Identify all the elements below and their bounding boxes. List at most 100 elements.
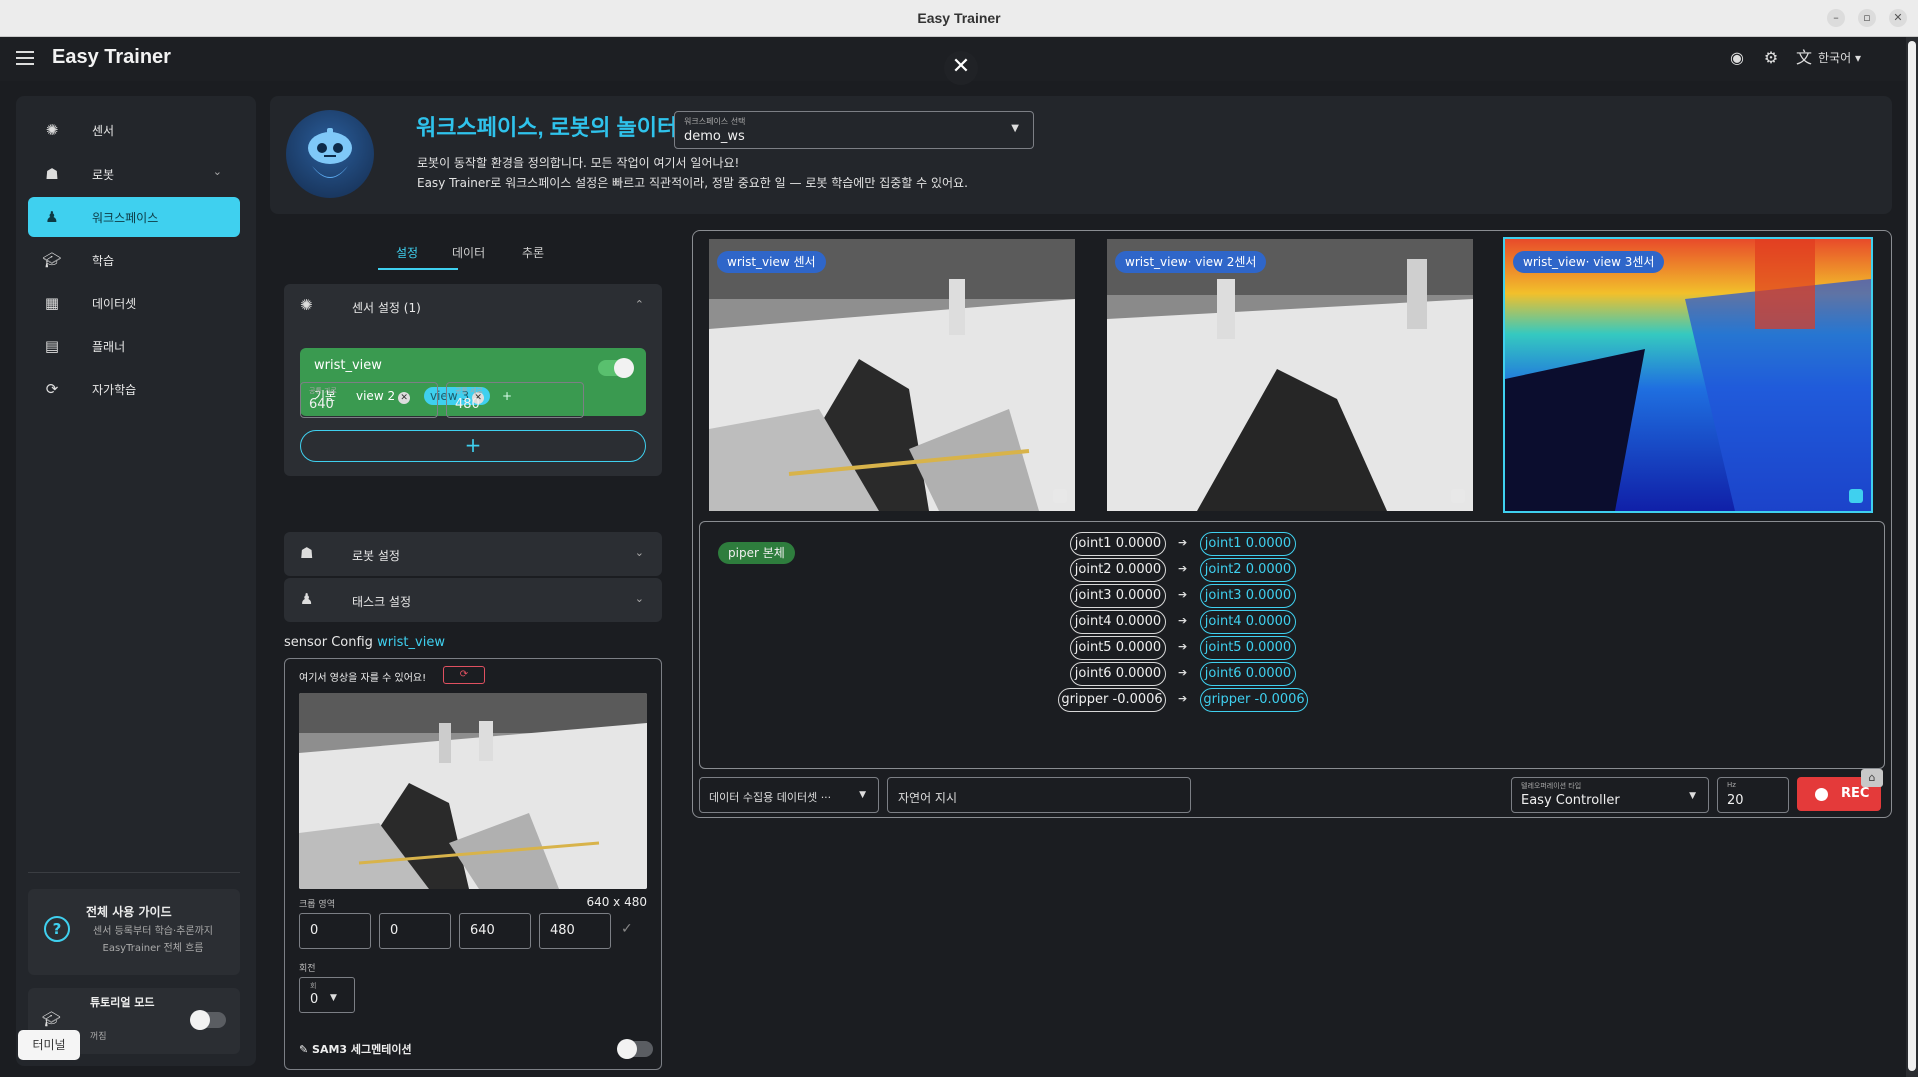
sam-label-text: SAM3 세그멘테이션 [312,1043,412,1056]
teleop-type-select[interactable]: 텔레오퍼레이션 타입 Easy Controller ▼ [1511,777,1709,813]
sidebar-item-label: 로봇 [92,168,115,182]
user-guide-card[interactable]: ? 전체 사용 가이드 센서 등록부터 학습·추론까지 EasyTrainer … [28,889,240,975]
arrow-right-icon: ➔ [1178,692,1188,705]
chevron-down-icon[interactable]: ⌄ [635,546,644,559]
sidebar-item-sensor[interactable]: ✺ 센서 [28,110,240,150]
fullscreen-icon[interactable] [1849,489,1863,503]
sidebar: ✺ 센서 ☗ 로봇 ⌄ ♟ 워크스페이스 🎓︎ 학습 ▦ 데이터셋 ▤ 플래너 … [16,96,256,1066]
sidebar-item-label: 학습 [92,254,115,268]
hz-input[interactable]: Hz 20 [1717,777,1789,813]
sensor-settings-section: ✺ 센서 설정 (1) ⌃ wrist_view 기본 view 2 ✕ view… [284,284,662,476]
tutorial-status: 꺼짐 [90,1032,107,1042]
translate-icon[interactable]: 文 [1794,47,1814,69]
field-caption: 공통 세로 [455,387,483,395]
app-title: Easy Trainer [52,46,171,68]
apply-crop-icon[interactable]: ✓ [621,921,633,937]
sidebar-item-dataset[interactable]: ▦ 데이터셋 [28,283,240,323]
crop-y-input[interactable]: 0 [379,913,451,949]
sidebar-item-label: 플래너 [92,340,126,354]
source-joint-5: joint5 0.0000 [1070,636,1166,660]
tab-data[interactable]: 데이터 [452,244,485,261]
chevron-down-icon[interactable]: ⌄ [635,592,644,605]
field-caption: 공통 가로 [309,387,337,395]
maximize-button[interactable]: ▫ [1858,9,1876,27]
hamburger-menu-icon[interactable] [16,51,34,65]
page-scrollbar[interactable] [1906,37,1918,1077]
hz-caption: Hz [1727,781,1736,789]
camera-view-3[interactable]: wrist_view· view 3센서 [1503,237,1873,513]
divider [28,872,240,873]
sidebar-item-planner[interactable]: ▤ 플래너 [28,326,240,366]
guide-description: 센서 등록부터 학습·추론까지 EasyTrainer 전체 흐름 [78,923,228,957]
terminal-button[interactable]: 터미널 [18,1030,80,1060]
source-joint-6: joint6 0.0000 [1070,662,1166,686]
window-close-button[interactable]: ✕ [1889,9,1907,27]
sidebar-item-self-learning[interactable]: ⟳ 자가학습 [28,369,240,409]
camera-view-1[interactable]: wrist_view 센서 [709,239,1075,511]
reset-crop-button[interactable]: ⟳ [443,666,485,684]
graduation-cap-icon: 🎓︎ [42,1010,62,1028]
crop-size-label: 640 x 480 [586,895,647,909]
minimize-button[interactable]: – [1827,9,1845,27]
arrow-right-icon: ➔ [1178,640,1188,653]
crop-height-input[interactable]: 480 [539,913,611,949]
robot-avatar [286,110,374,198]
chevron-down-icon[interactable]: ⌄ [213,165,222,178]
dataset-icon: ▦ [44,294,60,312]
os-titlebar: Easy Trainer – ▫ ✕ [0,0,1918,37]
sidebar-item-workspace[interactable]: ♟ 워크스페이스 [28,197,240,237]
language-label: 한국어 [1818,51,1852,65]
crop-width-input[interactable]: 640 [459,913,531,949]
crop-note: 여기서 영상을 자를 수 있어요! [299,673,427,684]
task-settings-section[interactable]: ♟ 태스크 설정 ⌄ [284,578,662,622]
settings-panel: 설정 데이터 추론 ✺ 센서 설정 (1) ⌃ wrist_view 기본 vi… [270,230,676,1070]
robot-settings-header[interactable]: ☗ 로봇 설정 ⌄ [284,532,662,576]
workspace-select[interactable]: 워크스페이스 선택 demo_ws ▼ [674,111,1034,149]
tutorial-toggle[interactable] [190,1010,226,1030]
tab-settings[interactable]: 설정 [396,244,418,261]
close-icon[interactable]: ✕ [944,51,978,85]
page-description-1: 로봇이 동작할 환경을 정의합니다. 모든 작업이 여기서 일어나요! [417,156,740,170]
crop-preview-image[interactable] [299,693,647,889]
robot-tag: piper 본체 [718,542,795,564]
sidebar-item-learning[interactable]: 🎓︎ 학습 [28,240,240,280]
view-tag: wrist_view· view 2센서 [1115,251,1267,273]
task-settings-header[interactable]: ♟ 태스크 설정 ⌄ [284,578,662,622]
camera-view-2[interactable]: wrist_view· view 2센서 [1107,239,1473,511]
dataset-select[interactable]: 데이터 수집용 데이터셋 ··· ▼ [699,777,879,813]
home-icon[interactable]: ⌂ [1861,769,1883,787]
instruction-input[interactable]: 자연어 지시 [887,777,1191,813]
field-value: 640 [309,397,334,412]
settings-icon[interactable]: ⚙ [1760,47,1782,69]
source-joint-1: joint1 0.0000 [1070,532,1166,556]
joint-state-panel: piper 본체 joint1 0.0000 ➔ joint1 0.0000 j… [699,521,1885,769]
source-joint-2: joint2 0.0000 [1070,558,1166,582]
fullscreen-icon[interactable] [1053,489,1067,503]
self-learning-icon: ⟳ [45,380,59,398]
sidebar-item-label: 자가학습 [92,383,137,397]
crop-x-input[interactable]: 0 [299,913,371,949]
workspace-icon: ♟ [300,590,314,608]
rotation-select[interactable]: 회 0 ▼ [299,977,355,1013]
sidebar-item-label: 센서 [92,124,115,138]
screenshot-icon[interactable]: ◉ [1726,47,1748,69]
robot-settings-section[interactable]: ☗ 로봇 설정 ⌄ [284,532,662,576]
target-joint-3: joint3 0.0000 [1200,584,1296,608]
hz-value: 20 [1727,793,1744,808]
sensor-enable-toggle[interactable] [598,358,634,378]
tab-inference[interactable]: 추론 [522,244,544,261]
common-height-field[interactable]: 공통 세로 480 [446,382,584,418]
sensor-settings-header[interactable]: ✺ 센서 설정 (1) ⌃ [284,284,662,328]
target-joint-5: joint5 0.0000 [1200,636,1296,660]
section-title: 로봇 설정 [352,549,400,563]
fullscreen-icon[interactable] [1451,489,1465,503]
scrollbar-thumb[interactable] [1908,41,1916,1071]
sam-toggle[interactable] [617,1039,653,1059]
language-select[interactable]: 한국어 ▾ [1818,49,1861,66]
add-sensor-button[interactable]: + [300,430,646,462]
common-width-field[interactable]: 공통 가로 640 [300,382,438,418]
chevron-up-icon[interactable]: ⌃ [635,298,644,311]
section-title: 센서 설정 (1) [352,301,421,315]
sidebar-item-robot[interactable]: ☗ 로봇 ⌄ [28,154,240,194]
dropdown-arrow-icon: ▼ [330,993,337,1003]
